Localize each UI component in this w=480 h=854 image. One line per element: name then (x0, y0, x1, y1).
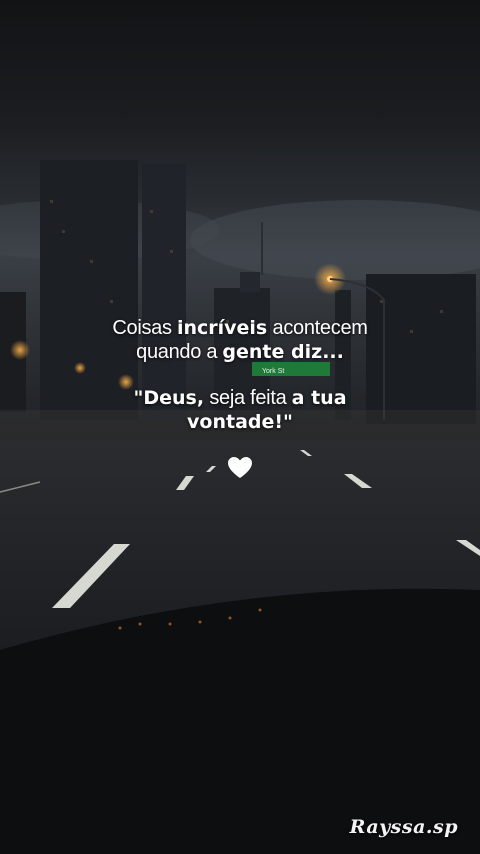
quote-emphasis: incríveis (176, 317, 268, 339)
quote-text-block: Coisas incríveis acontecem quando a gent… (0, 316, 480, 434)
quote-line-2: quando a gente diz... (0, 340, 480, 364)
quote-word: seja feita (204, 387, 292, 409)
quote-line-1: Coisas incríveis acontecem (0, 316, 480, 340)
white-heart-icon (228, 457, 252, 478)
quote-emphasis: vontade!" (187, 411, 293, 433)
quote-word: quando a (136, 341, 223, 363)
author-signature: Rayssa.sp (349, 816, 458, 838)
quote-line-3: "Deus, seja feita a tua (0, 386, 480, 410)
quote-word: Coisas (112, 317, 177, 339)
quote-emphasis: gente diz... (222, 341, 344, 363)
quote-emphasis: "Deus, (133, 387, 205, 409)
quote-emphasis: a tua (291, 387, 347, 409)
city-night-road-background: York St Coisas incríveis acontecem quand… (0, 0, 480, 854)
quote-line-4: vontade!" (0, 410, 480, 434)
quote-word: acontecem (267, 317, 368, 339)
